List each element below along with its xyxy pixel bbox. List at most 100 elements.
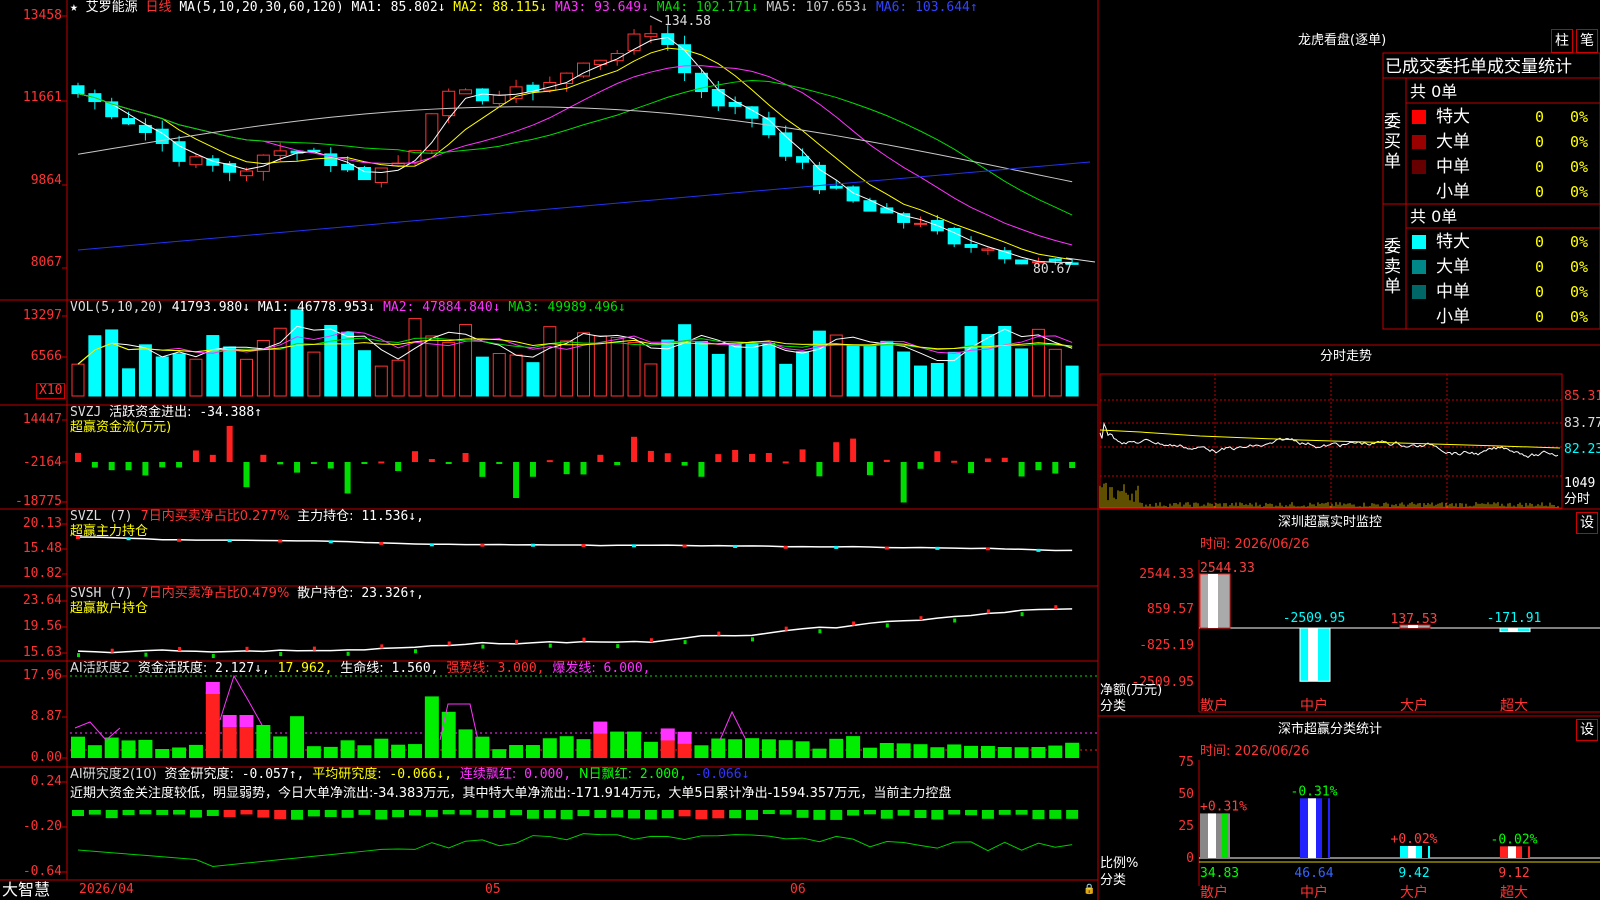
price-tick: 11661 (22, 90, 62, 105)
order-type-qty: 0 (1535, 158, 1545, 176)
order-type-label: 小单 (1436, 307, 1470, 327)
date-label: 2026/04 (79, 882, 134, 897)
order-type-pct: 0% (1570, 108, 1589, 126)
research-bar (560, 810, 573, 820)
research-bar (594, 810, 607, 818)
holding-mark (548, 643, 552, 648)
classify-bar-edge (1322, 798, 1328, 858)
holding-mark (935, 546, 940, 550)
order-type-color-icon (1412, 285, 1426, 299)
vol-ma-list: MA1: 46778.953↓ MA2: 47884.840↓ MA3: 499… (258, 300, 626, 315)
volume-bar (745, 343, 759, 397)
holding-mark (177, 538, 182, 542)
volume-bar (897, 351, 911, 397)
activity-bar (761, 739, 776, 758)
classify-value-label: 9.12 (1498, 866, 1529, 881)
classify-category: 大户 (1400, 884, 1428, 900)
intraday-unit: 分时 (1564, 492, 1591, 507)
monitor-bar-highlight (1508, 628, 1518, 632)
classify-tick: 0 (1186, 851, 1194, 866)
flow-bar (176, 462, 183, 468)
volume-bar (88, 335, 102, 397)
monitor-category: 超大 (1500, 698, 1528, 714)
candle (71, 85, 85, 95)
flow-bar (344, 462, 351, 494)
flow-bar (1035, 462, 1042, 471)
lock-icon[interactable]: 🔒 (1083, 882, 1095, 898)
activity-bar (913, 744, 928, 758)
volume-bar (543, 326, 557, 397)
research-bar (409, 810, 421, 816)
flow-bar (428, 459, 435, 462)
volume-bar (105, 329, 119, 397)
svsh-tick: 15.63 (22, 645, 62, 660)
favorite-star-icon[interactable]: ★ (70, 0, 78, 15)
candle (577, 62, 590, 77)
candle (442, 90, 456, 117)
monitor-category: 大户 (1400, 697, 1428, 714)
order-type-label: 中单 (1436, 157, 1470, 177)
research-bar (341, 810, 354, 818)
svzj-subtitle: 超赢资金流(万元) (70, 420, 172, 435)
ai-research-tick: -0.20 (22, 819, 62, 834)
classify-category: 中户 (1300, 884, 1328, 900)
volume-bar (307, 351, 321, 397)
classify-ylabel: 比例% (1100, 856, 1139, 871)
research-bar (863, 810, 876, 815)
period-label[interactable]: 日线 (146, 0, 172, 15)
flow-bar (142, 462, 149, 476)
tick-view-button[interactable]: 笔 (1576, 29, 1598, 53)
column-view-button[interactable]: 柱 (1551, 29, 1573, 53)
flow-bar (479, 462, 486, 477)
vol-unit-badge[interactable]: X10 (36, 383, 66, 399)
holding-mark (279, 652, 283, 657)
research-line (77, 833, 1073, 867)
high-mark-pointer (649, 15, 663, 23)
monitor-settings-button[interactable]: 设 (1576, 512, 1598, 534)
ma1-line (77, 36, 1073, 263)
vol-tick: 6566 (30, 349, 62, 364)
classify-tick: 75 (1178, 755, 1194, 770)
volume-bar (1015, 348, 1029, 397)
holding-mark (447, 641, 451, 646)
candle (459, 89, 473, 95)
activity-bar (172, 747, 187, 758)
buy-side-label: 委买单 (1384, 112, 1401, 172)
flow-bar (647, 450, 654, 462)
candle (829, 185, 843, 189)
holding-mark (919, 616, 923, 621)
activity-bar (340, 740, 355, 758)
research-bar (998, 810, 1011, 815)
candle (644, 33, 658, 38)
intraday-vol-tick: 1049 (1564, 476, 1596, 491)
activity-bar (374, 738, 389, 758)
activity-burst (205, 682, 220, 694)
date-label: 05 (485, 882, 501, 897)
activity-bar (980, 745, 995, 758)
ma-value-6: MA6: 103.644↑ (868, 0, 978, 15)
volume-bar (880, 340, 894, 397)
research-bar (72, 810, 84, 817)
activity-bar (525, 745, 540, 758)
vol-tick: 13297 (22, 308, 62, 323)
activity-bar (71, 736, 85, 758)
classify-settings-button[interactable]: 设 (1576, 719, 1598, 741)
activity-burst (222, 715, 237, 727)
activity-bar (155, 749, 170, 758)
activity-bar (846, 736, 861, 758)
volume-bar (947, 351, 961, 397)
flow-bar (833, 442, 840, 462)
chart-canvas[interactable]: 2544.33859.57-825.19-2509.952544.33散户-25… (0, 0, 1600, 900)
monitor-tick: 2544.33 (1139, 567, 1194, 582)
ai-active-tick: 8.87 (30, 709, 62, 724)
research-bar (139, 810, 152, 815)
order-type-qty: 0 (1535, 133, 1545, 151)
research-bar (122, 810, 135, 816)
classify-bar-highlight (1408, 845, 1416, 858)
flow-bar (75, 452, 81, 462)
monitor-bar-highlight (1208, 574, 1218, 628)
svzj-tick: 14447 (22, 412, 62, 427)
ai-active-header: AI活跃度2 资金活跃度: 2.127↓, 17.962, 生命线: 1.560… (70, 661, 651, 676)
activity-bar (559, 736, 574, 758)
order-type-color-icon (1412, 185, 1426, 199)
